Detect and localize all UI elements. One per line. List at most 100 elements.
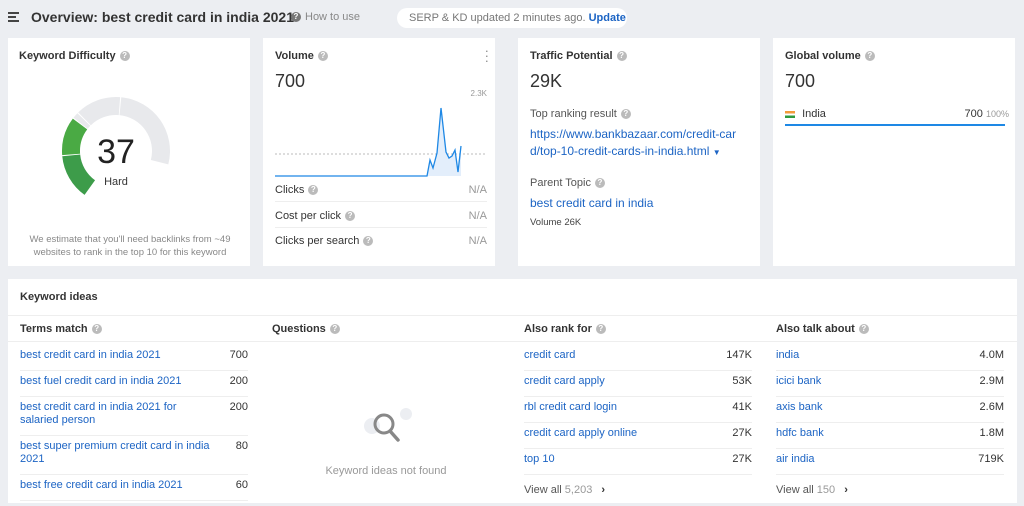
help-icon[interactable]: ? xyxy=(864,51,875,62)
keyword-volume: 60 xyxy=(235,479,248,491)
keyword-link[interactable]: best credit card in india 2021 for salar… xyxy=(20,401,210,427)
page-title: Overview: best credit card in india 2021 xyxy=(31,9,294,25)
chevron-right-icon: › xyxy=(601,484,606,496)
view-all-link[interactable]: View all 150 › xyxy=(776,484,848,496)
help-icon[interactable]: ? xyxy=(858,324,869,335)
chevron-right-icon: › xyxy=(844,484,848,496)
keyword-volume: 2.9M xyxy=(979,375,1004,387)
parent-topic-link[interactable]: best credit card in india xyxy=(530,196,653,210)
keyword-link[interactable]: best free credit card in india 2021 xyxy=(20,479,210,492)
dropdown-caret-icon: ▼ xyxy=(712,148,721,157)
keyword-link[interactable]: best fuel credit card in india 2021 xyxy=(20,375,210,388)
top-ranking-url[interactable]: https://www.bankbazaar.com/credit-car d/t… xyxy=(530,126,736,161)
keyword-ideas-card: Keyword ideas Terms match? best credit c… xyxy=(8,279,1017,503)
empty-state-text: Keyword ideas not found xyxy=(325,465,447,477)
help-icon[interactable]: ? xyxy=(616,51,627,62)
keyword-row: rbl credit card login 41K xyxy=(524,397,752,423)
column-header: Also talk about? xyxy=(776,323,869,335)
country-row[interactable]: India 700 100% xyxy=(785,108,1009,126)
column-header: Also rank for? xyxy=(524,323,606,335)
help-icon[interactable]: ? xyxy=(345,211,356,222)
kd-label: Hard xyxy=(104,176,128,188)
chart-max-label: 2.3K xyxy=(470,89,487,98)
global-title: Global volume? xyxy=(785,50,875,62)
keyword-volume: 2.6M xyxy=(979,401,1004,413)
keyword-volume: 27K xyxy=(732,453,752,465)
empty-search-icon xyxy=(364,408,412,442)
more-options-icon[interactable]: · · · xyxy=(485,44,489,67)
update-status-pill: SERP & KD updated 2 minutes ago. Update xyxy=(397,8,627,28)
trend-line xyxy=(275,107,462,177)
parent-topic-label: Parent Topic? xyxy=(530,177,605,189)
keyword-volume: 700 xyxy=(229,349,248,361)
metric-cpc: Cost per click? N/A xyxy=(275,205,487,228)
help-icon[interactable]: ? xyxy=(329,324,340,335)
top-ranking-label: Top ranking result? xyxy=(530,108,631,120)
kd-title: Keyword Difficulty? xyxy=(19,50,130,62)
update-link[interactable]: Update xyxy=(589,12,626,24)
india-flag-icon xyxy=(785,110,795,118)
keyword-row: best free credit card in india 2021 60 xyxy=(20,475,248,501)
kd-value: 37 xyxy=(97,133,135,171)
keyword-link[interactable]: credit card xyxy=(524,349,684,362)
keyword-volume: 147K xyxy=(726,349,752,361)
how-to-use-link[interactable]: ? How to use xyxy=(291,11,360,23)
keyword-row: india 4.0M xyxy=(776,345,1004,371)
keyword-row: credit card apply online 27K xyxy=(524,423,752,449)
keyword-row: best fuel credit card in india 2021 200 xyxy=(20,371,248,397)
keyword-row: icici bank 2.9M xyxy=(776,371,1004,397)
keyword-volume: 53K xyxy=(732,375,752,387)
keyword-volume: 41K xyxy=(732,401,752,413)
keyword-link[interactable]: india xyxy=(776,349,936,362)
traffic-value: 29K xyxy=(530,71,563,91)
keyword-link[interactable]: top 10 xyxy=(524,453,684,466)
keyword-volume: 80 xyxy=(235,440,248,452)
view-all-link[interactable]: View all 5,203 › xyxy=(524,484,605,496)
keyword-link[interactable]: rbl credit card login xyxy=(524,401,684,414)
keyword-volume: 27K xyxy=(732,427,752,439)
keyword-row: best super premium credit card in india … xyxy=(20,436,248,475)
keyword-volume: 200 xyxy=(229,401,248,413)
volume-value: 700 xyxy=(275,71,306,91)
country-share-bar xyxy=(785,124,1005,126)
keyword-link[interactable]: axis bank xyxy=(776,401,936,414)
keyword-difficulty-card: Keyword Difficulty? 37 Hard We estimate … xyxy=(8,38,250,266)
help-icon[interactable]: ? xyxy=(363,236,374,247)
help-icon[interactable]: ? xyxy=(308,185,319,196)
help-icon[interactable]: ? xyxy=(594,178,605,189)
column-header: Terms match? xyxy=(20,323,102,335)
keyword-link[interactable]: icici bank xyxy=(776,375,936,388)
keyword-link[interactable]: best super premium credit card in india … xyxy=(20,440,210,466)
keyword-ideas-title: Keyword ideas xyxy=(20,291,98,303)
column-header: Questions? xyxy=(272,323,340,335)
menu-icon[interactable] xyxy=(8,12,19,22)
keyword-row: air india 719K xyxy=(776,449,1004,475)
help-icon[interactable]: ? xyxy=(620,109,631,120)
keyword-link[interactable]: best credit card in india 2021 xyxy=(20,349,210,362)
keyword-row: axis bank 2.6M xyxy=(776,397,1004,423)
keyword-link[interactable]: credit card apply xyxy=(524,375,684,388)
global-value: 700 xyxy=(785,71,816,91)
keyword-link[interactable]: hdfc bank xyxy=(776,427,936,440)
keyword-link[interactable]: credit card apply online xyxy=(524,427,684,440)
help-icon[interactable]: ? xyxy=(91,324,102,335)
volume-title: Volume? xyxy=(275,50,328,62)
volume-card: Volume? · · · 700 2.3K Clicks? N/A Cost per… xyxy=(263,38,495,266)
keyword-row: credit card apply 53K xyxy=(524,371,752,397)
traffic-potential-card: Traffic Potential? 29K Top ranking resul… xyxy=(518,38,760,266)
help-icon[interactable]: ? xyxy=(595,324,606,335)
keyword-volume: 719K xyxy=(978,453,1004,465)
keyword-volume: 200 xyxy=(229,375,248,387)
metric-clicks-per-search: Clicks per search? N/A xyxy=(275,235,487,247)
volume-trend-chart xyxy=(275,107,487,177)
keyword-row: credit card 147K xyxy=(524,345,752,371)
parent-topic-volume: Volume 26K xyxy=(530,217,582,228)
help-icon[interactable]: ? xyxy=(317,51,328,62)
metric-clicks: Clicks? N/A xyxy=(275,179,487,202)
keyword-link[interactable]: air india xyxy=(776,453,936,466)
traffic-title: Traffic Potential? xyxy=(530,50,627,62)
keyword-volume: 1.8M xyxy=(979,427,1004,439)
keyword-volume: 4.0M xyxy=(979,349,1004,361)
help-icon[interactable]: ? xyxy=(119,51,130,62)
help-icon: ? xyxy=(291,12,301,23)
